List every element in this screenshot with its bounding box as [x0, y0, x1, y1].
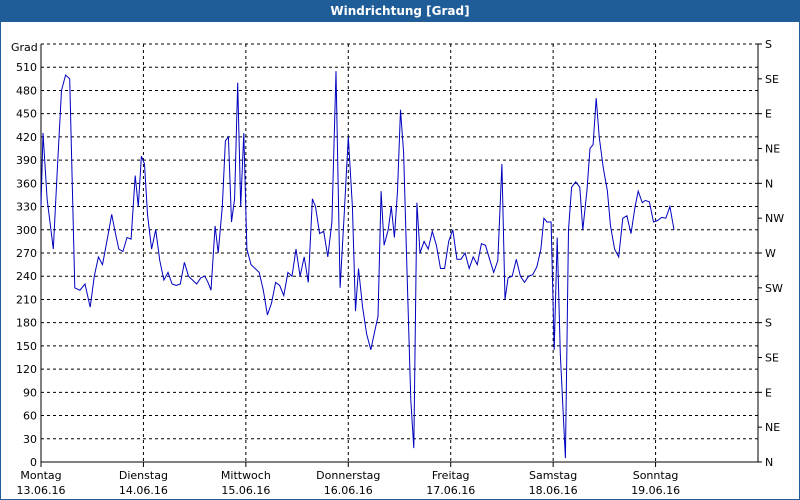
right-tick-label: SE [765, 73, 779, 86]
right-tick-label: S [765, 317, 772, 330]
y-tick-label: 120 [16, 363, 37, 376]
right-tick-label: S [765, 38, 772, 51]
y-tick-label: 270 [16, 247, 37, 260]
right-tick-label: W [765, 247, 776, 260]
chart-window: Windrichtung [Grad] 0 30 60 90 120 150 180 210 2… [0, 0, 800, 500]
right-tick-label: SW [765, 282, 783, 295]
y-tick-label: 300 [16, 224, 37, 237]
y-tick-label: 180 [16, 317, 37, 330]
chart-axes [40, 43, 762, 467]
y-tick-label: 480 [16, 84, 37, 97]
y-tick-label: 90 [23, 386, 37, 399]
right-tick-label: SE [765, 352, 779, 365]
wind-direction-line [40, 71, 675, 459]
series-group [40, 71, 675, 459]
x-tick-date: 17.06.16 [426, 484, 475, 497]
x-tick-date: 14.06.16 [119, 484, 168, 497]
x-tick-date: 15.06.16 [221, 484, 270, 497]
x-tick-day: Freitag [432, 469, 470, 482]
x-tick-date: 19.06.16 [631, 484, 680, 497]
y-tick-label: 450 [16, 108, 37, 121]
x-tick-date: 18.06.16 [529, 484, 578, 497]
right-tick-label: NE [765, 421, 780, 434]
y-tick-label: 30 [23, 433, 37, 446]
y-tick-label: 150 [16, 340, 37, 353]
y-tick-label: 420 [16, 131, 37, 144]
chart-canvas: 0 30 60 90 120 150 180 210 240 270 300 330 360 390 420… [11, 38, 784, 497]
right-tick-label: N [765, 177, 773, 190]
y-axis-labels: 0 30 60 90 120 150 180 210 240 270 300 330 360 390 420… [16, 61, 37, 469]
y-tick-label: 330 [16, 201, 37, 214]
x-tick-day: Sonntag [633, 469, 679, 482]
chart-grid [41, 43, 758, 462]
y-tick-label: 0 [30, 456, 37, 469]
x-axis-labels: Montag 13.06.16 Dienstag 14.06.16 Mittwoch 15… [17, 469, 681, 497]
x-tick-date: 16.06.16 [324, 484, 373, 497]
right-tick-label: N [765, 456, 773, 469]
y-tick-label: 60 [23, 410, 37, 423]
x-tick-day: Samstag [529, 469, 577, 482]
y-tick-label: 360 [16, 177, 37, 190]
right-tick-label: NW [765, 212, 784, 225]
x-tick-day: Mittwoch [221, 469, 271, 482]
x-tick-day: Dienstag [119, 469, 168, 482]
y-tick-label: 240 [16, 270, 37, 283]
y-axis-title: Grad [11, 41, 38, 54]
right-tick-label: E [765, 108, 772, 121]
y-tick-label: 510 [16, 61, 37, 74]
x-tick-day: Donnerstag [316, 469, 380, 482]
x-tick-day: Montag [20, 469, 61, 482]
x-tick-date: 13.06.16 [17, 484, 66, 497]
y-tick-label: 390 [16, 154, 37, 167]
y-tick-label: 210 [16, 293, 37, 306]
right-tick-label: E [765, 386, 772, 399]
right-tick-label: NE [765, 143, 780, 156]
right-axis-labels: N NE E SE S SW W NW N NE E SE S [765, 38, 784, 469]
chart-title: Windrichtung [Grad] [1, 1, 799, 22]
